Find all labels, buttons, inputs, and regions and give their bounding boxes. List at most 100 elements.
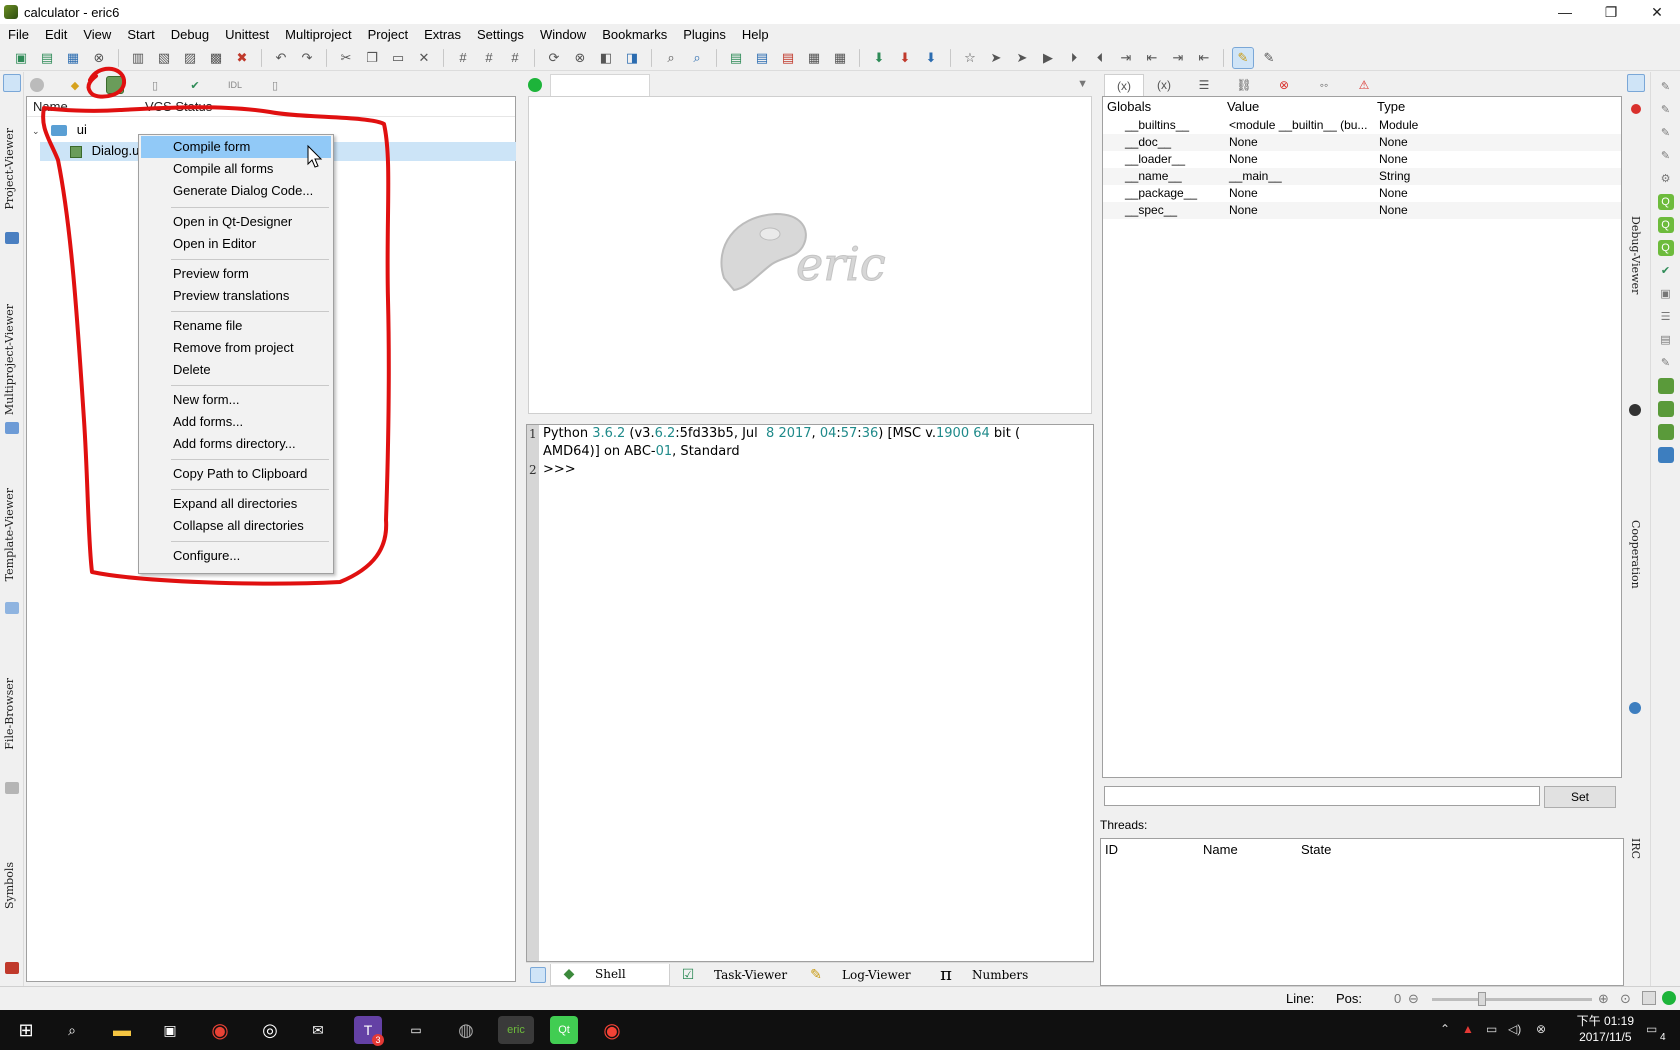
bookmark-add-icon[interactable]: ⬇ bbox=[868, 47, 890, 69]
zoom-slider-handle[interactable] bbox=[1478, 992, 1486, 1006]
menu-item-rename-file[interactable]: Rename file bbox=[141, 315, 331, 337]
table-row[interactable]: __doc__ None None bbox=[1103, 134, 1621, 151]
filter-icon[interactable] bbox=[3, 74, 21, 92]
step-back-icon[interactable]: ⏴ bbox=[1089, 47, 1111, 69]
editor-tab[interactable] bbox=[550, 74, 650, 96]
list-icon[interactable]: ☰ bbox=[1658, 309, 1674, 325]
table-row[interactable]: __loader__ None None bbox=[1103, 151, 1621, 168]
minimize-button[interactable]: — bbox=[1542, 0, 1588, 24]
menu-plugins[interactable]: Plugins bbox=[675, 27, 734, 42]
warning-previous-icon[interactable]: ⇤ bbox=[1193, 47, 1215, 69]
tab-list-icon[interactable]: ▼ bbox=[1077, 78, 1088, 90]
qt-assistant-icon[interactable]: Q bbox=[1657, 240, 1674, 256]
menu-item-open-in-qt-designer[interactable]: Open in Qt-Designer bbox=[141, 211, 331, 233]
tool-icon[interactable]: ✎ bbox=[1658, 355, 1674, 371]
filter-icon[interactable] bbox=[1627, 74, 1645, 92]
toggle-comment-icon[interactable]: # bbox=[504, 47, 526, 69]
sidebar-tab-cooperation[interactable]: Cooperation bbox=[1629, 520, 1642, 589]
menu-project[interactable]: Project bbox=[360, 27, 416, 42]
menu-start[interactable]: Start bbox=[119, 27, 162, 42]
terminal-icon[interactable]: ▭ bbox=[402, 1016, 430, 1044]
watchpoints-tab-icon[interactable]: ◦◦ bbox=[1304, 74, 1344, 96]
column-state[interactable]: State bbox=[1297, 839, 1395, 861]
bottom-filter-button[interactable] bbox=[526, 964, 550, 986]
plugin-green-icon[interactable] bbox=[1657, 424, 1674, 440]
menu-item-preview-form[interactable]: Preview form bbox=[141, 263, 331, 285]
highlight-icon[interactable]: ✎ bbox=[1658, 125, 1674, 141]
tray-chevron-icon[interactable]: ⌃ bbox=[1440, 1022, 1450, 1036]
set-button[interactable]: Set bbox=[1544, 786, 1616, 808]
tree-file-dialog-ui[interactable]: Dialog.u bbox=[70, 142, 139, 160]
edit-profile-icon[interactable]: ✎ bbox=[1258, 47, 1280, 69]
tree-folder-ui[interactable]: ⌄ ui bbox=[32, 121, 87, 139]
variable-filter-input[interactable] bbox=[1104, 786, 1540, 806]
plugin-green-icon[interactable] bbox=[1657, 378, 1674, 394]
jump-next-icon[interactable]: ⇥ bbox=[1115, 47, 1137, 69]
menu-window[interactable]: Window bbox=[532, 27, 594, 42]
search-icon[interactable]: ⌕ bbox=[660, 47, 682, 69]
qt-creator-icon[interactable]: Qt bbox=[550, 1016, 578, 1044]
menu-item-configure[interactable]: Configure... bbox=[141, 545, 331, 567]
python-tab-icon[interactable]: ◆ bbox=[66, 76, 84, 94]
menu-debug[interactable]: Debug bbox=[163, 27, 217, 42]
menu-item-collapse-all[interactable]: Collapse all directories bbox=[141, 515, 331, 537]
tray-volume-icon[interactable]: ◁) bbox=[1508, 1022, 1521, 1036]
picture-icon[interactable]: ▣ bbox=[1658, 286, 1674, 302]
column-globals[interactable]: Globals bbox=[1103, 97, 1223, 117]
remove-file-icon[interactable]: ▤ bbox=[777, 47, 799, 69]
save-copy-icon[interactable]: ▨ bbox=[179, 47, 201, 69]
forms-tab-icon[interactable] bbox=[106, 76, 124, 94]
close-project-icon[interactable]: ⊗ bbox=[88, 47, 110, 69]
comment-icon[interactable]: # bbox=[452, 47, 474, 69]
menu-edit[interactable]: Edit bbox=[37, 27, 75, 42]
menu-item-compile-all-forms[interactable]: Compile all forms bbox=[141, 158, 331, 180]
tab-task-viewer[interactable]: ☑ Task-Viewer bbox=[670, 964, 798, 986]
save-as-icon[interactable]: ▧ bbox=[153, 47, 175, 69]
zoom-slider-track[interactable] bbox=[1432, 998, 1592, 1001]
plugin-green-icon[interactable] bbox=[1657, 401, 1674, 417]
new-project-icon[interactable]: ▣ bbox=[10, 47, 32, 69]
star-icon[interactable]: ☆ bbox=[959, 47, 981, 69]
expand-arrow-icon[interactable]: ⌄ bbox=[32, 126, 40, 136]
edit-mode-icon[interactable]: ✎ bbox=[1232, 46, 1254, 69]
browser-icon[interactable]: ◉ bbox=[598, 1016, 626, 1044]
tab-log-viewer[interactable]: ✎ Log-Viewer bbox=[798, 964, 928, 986]
clear-icon[interactable]: ✕ bbox=[413, 47, 435, 69]
zoom-in-icon[interactable]: ⊕ bbox=[1598, 991, 1609, 1007]
camera-icon[interactable]: ◎ bbox=[256, 1016, 284, 1044]
database-icon[interactable]: ▤ bbox=[1658, 332, 1674, 348]
sidebar-tab-file-browser[interactable]: File-Browser bbox=[3, 678, 16, 750]
restore-button[interactable]: ❐ bbox=[1588, 0, 1634, 24]
check-icon[interactable]: ✔ bbox=[1658, 263, 1674, 279]
table-row[interactable]: __spec__ None None bbox=[1103, 202, 1621, 219]
others-tab-icon[interactable]: ▯ bbox=[266, 76, 284, 94]
add-directory-icon[interactable]: ▤ bbox=[751, 47, 773, 69]
tray-close-icon[interactable]: ⊗ bbox=[1536, 1022, 1546, 1036]
pencil-icon[interactable]: ✎ bbox=[1658, 79, 1674, 95]
tab-shell[interactable]: ◆ Shell bbox=[550, 963, 670, 986]
step-icon[interactable]: ⏵ bbox=[1063, 47, 1085, 69]
column-thread-name[interactable]: Name bbox=[1199, 839, 1297, 861]
warning-next-icon[interactable]: ⇥ bbox=[1167, 47, 1189, 69]
sidebar-tab-symbols[interactable]: Symbols bbox=[3, 862, 16, 909]
mail-icon[interactable]: ✉ bbox=[304, 1016, 332, 1044]
save-all-icon[interactable]: ▩ bbox=[205, 47, 227, 69]
python-shell[interactable]: 1 Python 3.6.2 (v3.6.2:5fd33b5, Jul 8 20… bbox=[526, 424, 1094, 962]
breakpoints-tab-icon[interactable]: ⊗ bbox=[1264, 74, 1304, 96]
tray-acrobat-icon[interactable]: ▲ bbox=[1462, 1022, 1474, 1036]
menu-item-delete[interactable]: Delete bbox=[141, 359, 331, 381]
uncomment-icon[interactable]: # bbox=[478, 47, 500, 69]
menu-unittest[interactable]: Unittest bbox=[217, 27, 277, 42]
gear-icon[interactable]: ⚙ bbox=[1658, 171, 1674, 187]
windows-start-icon[interactable]: ⊞ bbox=[12, 1016, 40, 1044]
globe-icon[interactable]: ◍ bbox=[452, 1016, 480, 1044]
column-value[interactable]: Value bbox=[1223, 97, 1373, 117]
sidebar-tab-irc[interactable]: IRC bbox=[1629, 838, 1642, 859]
call-trace-tab-icon[interactable]: ⛓ bbox=[1224, 74, 1264, 96]
local-variables-tab-icon[interactable]: (x) bbox=[1144, 74, 1184, 96]
file-explorer-icon[interactable]: ▬ bbox=[108, 1016, 136, 1044]
sidebar-tab-debug-viewer[interactable]: Debug-Viewer bbox=[1629, 216, 1642, 294]
interfaces-tab-icon[interactable]: IDL bbox=[226, 76, 244, 94]
chrome-icon[interactable]: ◉ bbox=[206, 1016, 234, 1044]
column-id[interactable]: ID bbox=[1101, 839, 1199, 861]
